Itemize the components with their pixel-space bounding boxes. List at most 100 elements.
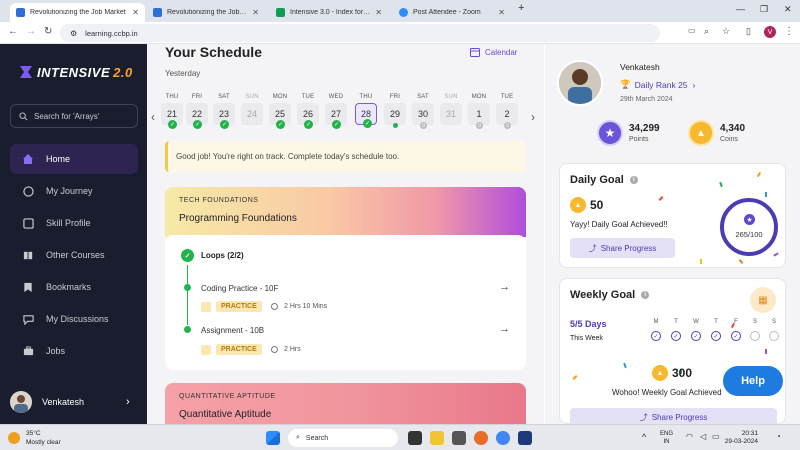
profile-avatar-icon[interactable]: V <box>764 26 776 38</box>
day-cell[interactable]: SAT 23 ✓ <box>211 94 237 129</box>
star-badge-icon: ★ <box>597 120 623 146</box>
chrome-icon[interactable] <box>496 431 510 445</box>
store-icon[interactable] <box>452 431 466 445</box>
back-icon[interactable]: ← <box>8 26 18 37</box>
weekly-goal-card: Weekly Goal i ▦ 5/5 Days This Week M T W … <box>559 278 786 424</box>
share-progress-button[interactable]: ⤴ Share Progress <box>570 238 675 258</box>
practice-tag: PRACTICE <box>201 344 262 355</box>
logo[interactable]: INTENSIVE 2.0 <box>18 64 133 80</box>
maximize-icon[interactable]: ❐ <box>760 4 768 15</box>
volume-icon[interactable]: ◁ <box>700 432 706 441</box>
daily-goal-message: Yayy! Daily Goal Achieved!! <box>570 220 668 229</box>
file-explorer-icon[interactable] <box>430 431 444 445</box>
coins-stat: ▲ 4,340 Coins <box>688 120 745 146</box>
minimize-icon[interactable]: — <box>736 4 745 14</box>
share-progress-button[interactable]: ⤴ Share Progress <box>570 408 777 423</box>
day-cell[interactable]: FRI 29 <box>382 94 408 128</box>
day-cell[interactable]: MON 1 0 <box>466 94 492 129</box>
address-bar-row: ← → ↻ ⚙ learning.ccbp.in ▭ ⌕ ☆ ▯ V ⋮ <box>0 22 800 44</box>
daily-coins: ▲ 50 <box>570 197 603 213</box>
skill-profile-icon <box>22 217 34 229</box>
day-cell[interactable]: SUN 24 <box>239 94 265 125</box>
browser-tab[interactable]: Intensive 3.0 - Index for Live and ✕ <box>270 3 388 22</box>
language-indicator[interactable]: ENG IN <box>660 430 673 446</box>
day-cell[interactable]: MON 25 ✓ <box>267 94 293 129</box>
notification-icon[interactable]: ◔ <box>776 432 781 441</box>
side-panel-icon[interactable]: ▯ <box>746 26 751 37</box>
start-windows-icon[interactable] <box>266 431 280 445</box>
day-cell[interactable]: FRI 22 ✓ <box>184 94 210 129</box>
app-icon[interactable] <box>518 431 532 445</box>
weekly-goal-message: Wohoo! Weekly Goal Achieved <box>612 388 722 397</box>
firefox-icon[interactable] <box>474 431 488 445</box>
go-arrow-icon[interactable]: → <box>499 281 510 293</box>
next-week-arrow-icon[interactable]: › <box>531 110 535 124</box>
close-window-icon[interactable]: ✕ <box>784 4 792 15</box>
topic-header[interactable]: ✓ Loops (2/2) <box>181 249 244 262</box>
site-favicon-icon <box>16 8 25 17</box>
journey-icon <box>22 185 34 197</box>
browser-tab[interactable]: Revolutionizing the Job Market ✕ <box>10 3 145 22</box>
close-tab-icon[interactable]: ✕ <box>252 8 259 17</box>
sidebar-item-home[interactable]: Home <box>10 144 138 174</box>
day-check-icon: ✓ <box>651 331 661 341</box>
new-tab-button[interactable]: + <box>518 2 524 14</box>
go-arrow-icon[interactable]: → <box>499 323 510 335</box>
coin-icon: ▲ <box>652 365 668 381</box>
sidebar-item-jobs[interactable]: Jobs <box>10 336 138 366</box>
zoom-icon[interactable]: ⌕ <box>704 26 709 37</box>
wifi-icon[interactable]: ◠ <box>686 432 693 441</box>
battery-icon[interactable]: ▭ <box>712 432 720 441</box>
sidebar-item-my-journey[interactable]: My Journey <box>10 176 138 206</box>
sidebar-item-my-discussions[interactable]: My Discussions <box>10 304 138 334</box>
close-tab-icon[interactable]: ✕ <box>498 8 505 17</box>
task-view-icon[interactable] <box>408 431 422 445</box>
day-cell[interactable]: TUE 26 ✓ <box>295 94 321 129</box>
info-icon[interactable]: i <box>641 291 650 299</box>
cast-icon[interactable]: ▭ <box>688 26 696 35</box>
day-cell[interactable]: THU 21 ✓ <box>159 94 185 129</box>
sidebar-item-skill-profile[interactable]: Skill Profile <box>10 208 138 238</box>
course-name: Quantitative Aptitude <box>179 409 272 420</box>
clock[interactable]: 20:31 29-03-2024 <box>724 430 758 446</box>
sidebar-item-bookmarks[interactable]: Bookmarks <box>10 272 138 302</box>
weekly-days-value: 5/5 Days <box>570 319 607 329</box>
book-icon <box>22 249 34 261</box>
tray-chevron-icon[interactable]: ^ <box>642 432 646 442</box>
browser-tab-bar: Revolutionizing the Job Market ✕ Revolut… <box>0 0 800 22</box>
url-field[interactable]: ⚙ learning.ccbp.in <box>60 24 660 42</box>
day-cell[interactable]: TUE 2 0 <box>494 94 520 129</box>
avatar <box>10 391 32 413</box>
bookmark-star-icon[interactable]: ☆ <box>722 26 730 37</box>
sheets-favicon-icon <box>276 8 285 17</box>
sidebar-item-other-courses[interactable]: Other Courses <box>10 240 138 270</box>
timeline-line <box>187 265 188 325</box>
taskbar-search[interactable]: ⌕ Search <box>288 429 398 447</box>
browser-tab[interactable]: Revolutionizing the Job Market ✕ <box>147 3 265 22</box>
forward-icon[interactable]: → <box>26 26 36 37</box>
info-icon[interactable]: i <box>629 176 638 184</box>
weather-widget[interactable]: 35°C Mostly clear <box>8 429 61 447</box>
help-button[interactable]: Help <box>723 366 783 396</box>
browser-tab[interactable]: Post Attendee - Zoom ✕ <box>393 3 511 22</box>
close-tab-icon[interactable]: ✕ <box>132 8 139 17</box>
check-icon: ✓ <box>168 120 177 129</box>
item-name[interactable]: Assignment - 10B <box>201 326 264 335</box>
calendar-link[interactable]: Calendar <box>470 47 517 57</box>
close-tab-icon[interactable]: ✕ <box>375 8 382 17</box>
reload-icon[interactable]: ↻ <box>44 26 52 37</box>
daily-rank[interactable]: 🏆 Daily Rank 25 › <box>620 79 695 90</box>
day-cell[interactable]: SUN 31 <box>438 94 464 125</box>
site-info-icon[interactable]: ⚙ <box>70 29 77 38</box>
day-check-icon: ✓ <box>671 331 681 341</box>
menu-dots-icon[interactable]: ⋮ <box>784 26 794 37</box>
day-cell[interactable]: SAT 30 0 <box>410 94 436 129</box>
check-icon: ✓ <box>193 120 202 129</box>
item-name[interactable]: Coding Practice - 10F <box>201 284 278 293</box>
calendar-badge-icon: ▦ <box>750 287 776 313</box>
day-cell-selected[interactable]: THU 28 ✓ <box>353 94 379 128</box>
search-input[interactable]: Search for 'Arrays' <box>10 104 138 128</box>
day-cell[interactable]: WED 27 ✓ <box>323 94 349 129</box>
prev-week-arrow-icon[interactable]: ‹ <box>151 110 155 124</box>
user-profile-row[interactable]: Venkatesh › <box>0 384 147 420</box>
